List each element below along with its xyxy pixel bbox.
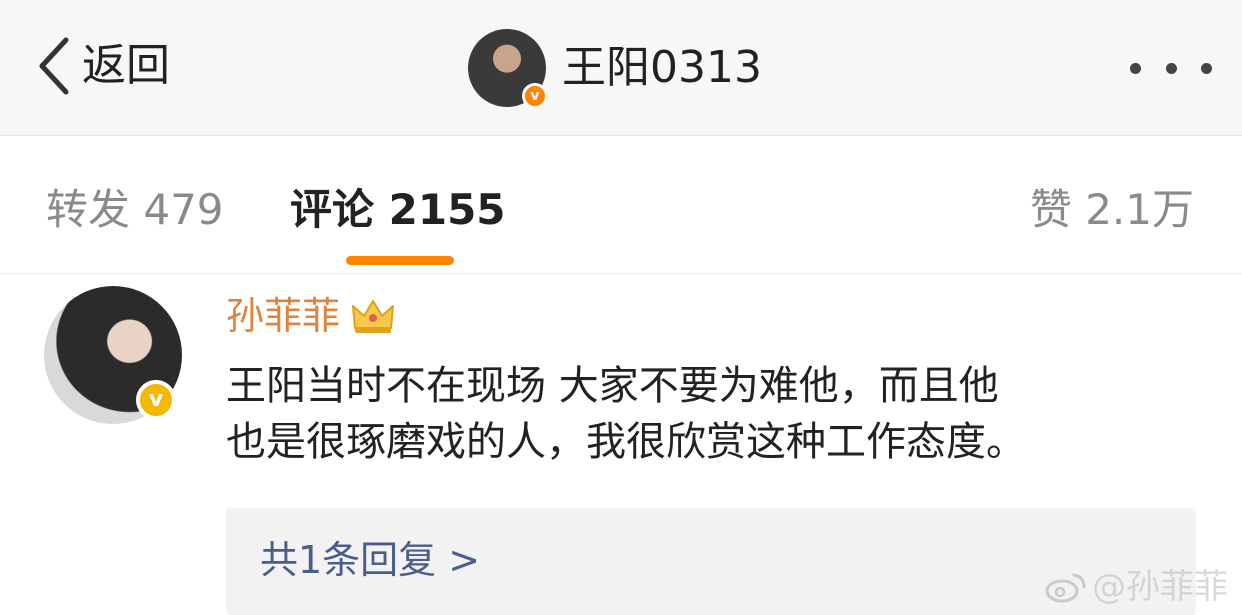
comment-text-line: 也是很琢磨戏的人，我很欣赏这种工作态度。 [226,419,1026,465]
more-button[interactable] [1130,48,1212,88]
crown-icon [352,300,395,333]
more-dot-icon [1165,62,1177,74]
nav-user[interactable]: v 王阳0313 [468,28,762,109]
tab-like[interactable]: 赞 2.1万 [1030,182,1194,238]
weibo-logo-icon [1045,573,1086,603]
comment-author[interactable]: 孙菲菲 [226,290,340,342]
comment-item: v 孙菲菲 王阳当时不在现场 大家不要为难他，而且他 也是很琢磨戏的人，我很欣赏… [0,274,1242,615]
comment-text-line: 王阳当时不在现场 大家不要为难他，而且他 [226,363,999,409]
commenter-avatar[interactable]: v [44,286,182,424]
back-button[interactable]: 返回 [36,34,170,98]
tab-repost[interactable]: 转发 479 [46,182,224,238]
avatar[interactable]: v [468,29,548,109]
watermark: @孙菲菲 [1044,565,1228,609]
active-tab-indicator [346,256,454,265]
author-row: 孙菲菲 [226,290,396,342]
more-dot-icon [1130,62,1141,74]
more-dot-icon [1201,62,1212,74]
verified-badge-icon: v [136,380,176,420]
watermark-text: @孙菲菲 [1092,567,1228,607]
tab-bar: 转发 479 评论 2155 赞 2.1万 [0,136,1242,274]
user-name[interactable]: 王阳0313 [562,28,762,108]
chevron-left-icon [39,37,69,95]
tab-comment[interactable]: 评论 2155 [290,182,506,238]
verified-badge-icon: v [522,83,548,109]
back-label: 返回 [82,40,170,91]
comment-text: 王阳当时不在现场 大家不要为难他，而且他 也是很琢磨戏的人，我很欣赏这种工作态度… [226,358,1206,470]
top-nav-bar: 返回 v 王阳0313 [0,0,1242,136]
view-replies-link[interactable]: 共1条回复 > [260,532,480,588]
